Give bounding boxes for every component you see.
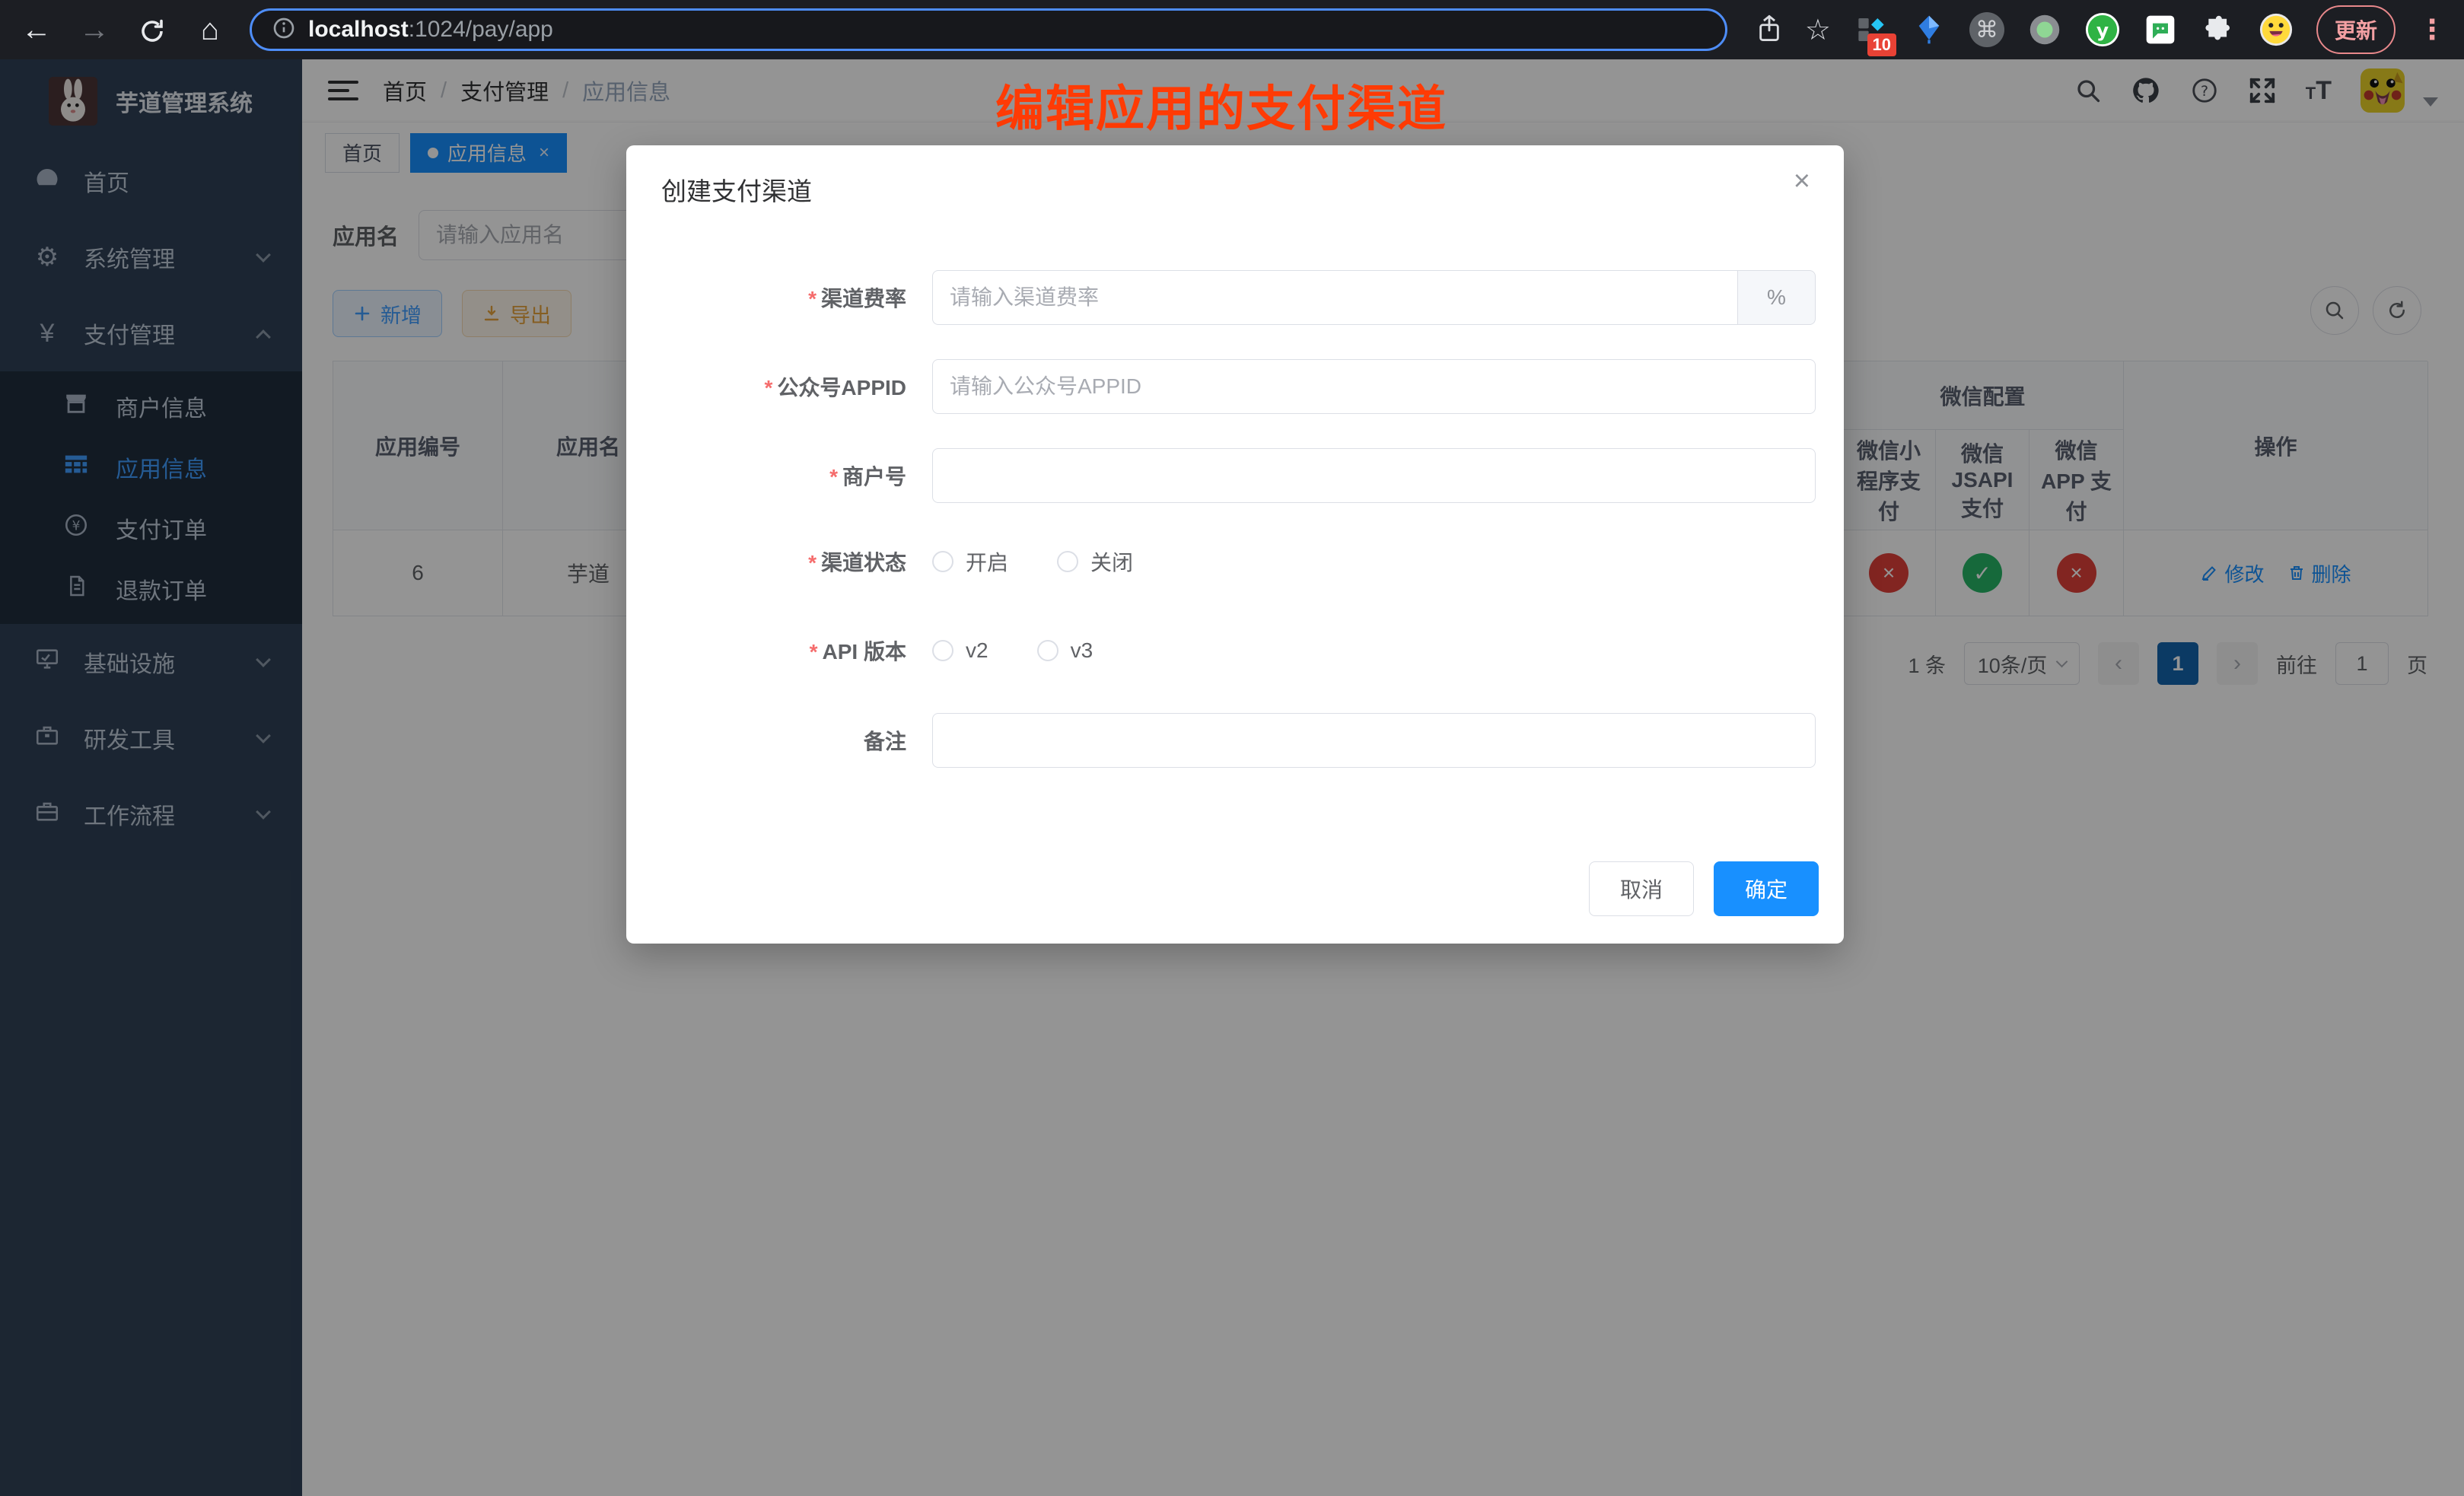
extension-kite-icon[interactable] bbox=[1912, 12, 1947, 47]
chrome-update-button[interactable]: 更新 bbox=[2316, 5, 2396, 54]
share-icon[interactable] bbox=[1756, 14, 1782, 46]
url-path: :1024/pay/app bbox=[409, 17, 553, 42]
bookmark-star-icon[interactable]: ☆ bbox=[1805, 13, 1831, 47]
forward-icon[interactable]: → bbox=[76, 0, 113, 59]
home-icon[interactable]: ⌂ bbox=[192, 0, 228, 59]
radio-circle-icon bbox=[932, 551, 953, 572]
rate-input[interactable] bbox=[932, 270, 1737, 325]
form-row-merchant: *商户号 bbox=[626, 448, 1844, 503]
remark-input[interactable] bbox=[932, 713, 1816, 768]
form-row-remark: 备注 bbox=[626, 713, 1844, 768]
browser-menu-icon[interactable]: ⋮ bbox=[2418, 14, 2446, 46]
annotation-text: 编辑应用的支付渠道 bbox=[995, 70, 1447, 140]
cancel-button[interactable]: 取消 bbox=[1589, 861, 1694, 916]
confirm-button[interactable]: 确定 bbox=[1714, 861, 1819, 916]
create-pay-channel-dialog: 创建支付渠道 × *渠道费率 % *公众号APPID *商户号 *渠 bbox=[626, 145, 1844, 944]
profile-emoji-avatar[interactable] bbox=[2259, 12, 2294, 47]
reload-icon[interactable] bbox=[134, 0, 170, 59]
extension-chat-icon[interactable] bbox=[2143, 12, 2178, 47]
screen: ← → ⌂ localhost:1024/pay/app ☆ bbox=[0, 0, 2464, 1496]
dialog-footer: 取消 确定 bbox=[1589, 861, 1819, 916]
url-host: localhost bbox=[308, 17, 409, 42]
remark-label: 备注 bbox=[626, 725, 923, 756]
status-label: *渠道状态 bbox=[626, 546, 923, 577]
merchant-input[interactable] bbox=[932, 448, 1816, 503]
extension-badge: 10 bbox=[1867, 33, 1896, 56]
extension-record-icon[interactable] bbox=[2027, 12, 2062, 47]
api-version-label: *API 版本 bbox=[626, 635, 923, 666]
radio-circle-icon bbox=[1057, 551, 1078, 572]
back-icon[interactable]: ← bbox=[18, 0, 55, 59]
appid-label: *公众号APPID bbox=[626, 371, 923, 402]
extension-tabs-icon[interactable]: 10 bbox=[1854, 12, 1889, 47]
form-row-api-version: *API 版本 v2 v3 bbox=[626, 625, 1844, 676]
site-info-icon[interactable] bbox=[272, 16, 296, 44]
radio-api-v2[interactable]: v2 bbox=[932, 638, 988, 663]
dialog-title: 创建支付渠道 bbox=[661, 171, 812, 208]
radio-status-closed[interactable]: 关闭 bbox=[1057, 546, 1133, 577]
browser-toolbar: ← → ⌂ localhost:1024/pay/app ☆ bbox=[0, 0, 2464, 59]
extension-command-icon[interactable]: ⌘ bbox=[1969, 12, 2004, 47]
extensions-puzzle-icon[interactable] bbox=[2201, 12, 2236, 47]
svg-text:y: y bbox=[2096, 20, 2109, 42]
address-bar[interactable]: localhost:1024/pay/app bbox=[250, 8, 1727, 51]
appid-input[interactable] bbox=[932, 359, 1816, 414]
radio-api-v3[interactable]: v3 bbox=[1037, 638, 1094, 663]
extension-y-icon[interactable]: y bbox=[2085, 12, 2120, 47]
form-row-rate: *渠道费率 % bbox=[626, 270, 1844, 325]
merchant-label: *商户号 bbox=[626, 460, 923, 491]
form-row-appid: *公众号APPID bbox=[626, 359, 1844, 414]
percent-suffix: % bbox=[1737, 270, 1816, 325]
browser-actions: ☆ 10 ⌘ bbox=[1756, 5, 2446, 54]
rate-label: *渠道费率 bbox=[626, 282, 923, 313]
form-row-status: *渠道状态 开启 关闭 bbox=[626, 536, 1844, 587]
dialog-close-icon[interactable]: × bbox=[1794, 165, 1810, 198]
radio-circle-icon bbox=[1037, 640, 1059, 661]
radio-circle-icon bbox=[932, 640, 953, 661]
radio-status-open[interactable]: 开启 bbox=[932, 546, 1008, 577]
